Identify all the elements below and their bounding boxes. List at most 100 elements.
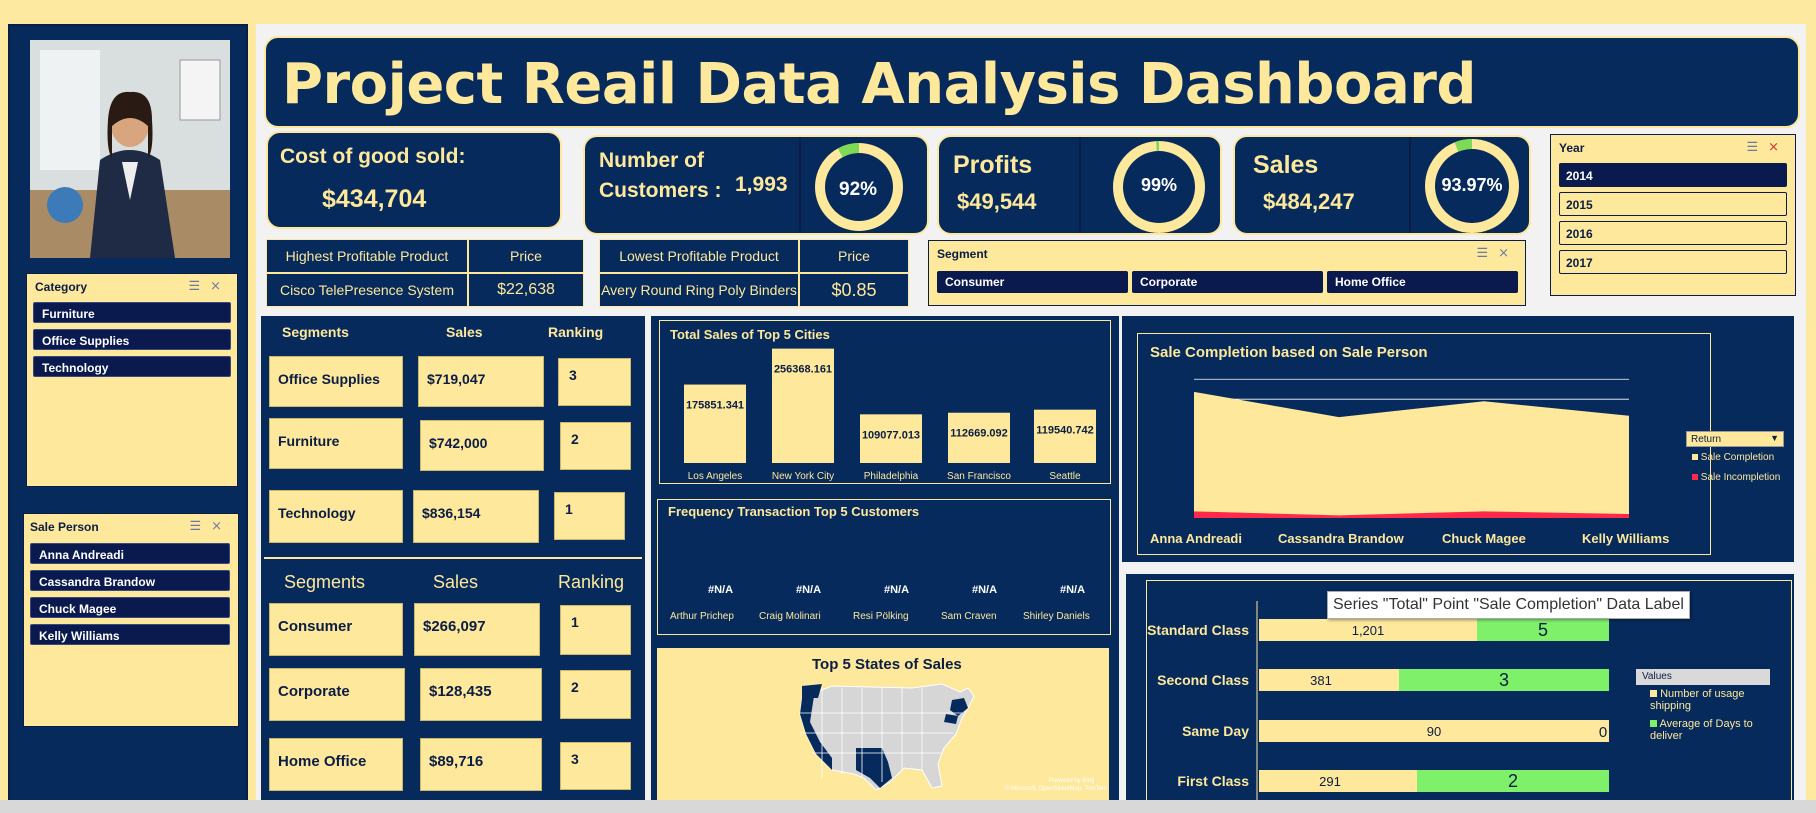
seg-header-segments: Segments xyxy=(284,572,366,592)
divider xyxy=(1079,137,1081,233)
sales-label: Sales xyxy=(1253,151,1319,179)
customers-pct: 92% xyxy=(839,179,878,200)
shipping-class-label: Same Day xyxy=(1182,723,1249,739)
year-slicer: Year ☰⨯ 2014 2015 2016 2017 xyxy=(1550,134,1796,296)
customers-label-2: Customers : xyxy=(599,179,722,202)
sale-completion-chart: Sale Completion based on Sale Person Ann… xyxy=(1137,333,1711,555)
freq-customers-title: Frequency Transaction Top 5 Customers xyxy=(668,504,920,519)
salesperson-item-cassandra[interactable]: Cassandra Brandow xyxy=(30,570,230,591)
segment-slicer-title: Segment xyxy=(937,247,988,261)
segment-item-home-office[interactable]: Home Office xyxy=(1327,271,1518,293)
freq-value: #N/A xyxy=(884,584,910,596)
chevron-down-icon: ▼ xyxy=(1770,433,1779,443)
year-item-2017[interactable]: 2017 xyxy=(1559,250,1787,274)
chart-tooltip: Series "Total" Point "Sale Completion" D… xyxy=(1327,591,1690,619)
city-bar-label: 119540.742 xyxy=(1036,425,1094,437)
city-label: Los Angeles xyxy=(688,471,743,482)
cat-row-name: Office Supplies xyxy=(269,356,403,407)
person-label: Chuck Magee xyxy=(1442,531,1526,546)
usage-label: 1,201 xyxy=(1352,623,1385,638)
segment-item-consumer[interactable]: Consumer xyxy=(937,271,1128,293)
clear-filter-icon[interactable]: ⨯ xyxy=(211,518,232,533)
kpi-profits: Profits $49,544 99% xyxy=(937,135,1222,235)
freq-value: #N/A xyxy=(708,584,734,596)
person-label: Cassandra Brandow xyxy=(1278,531,1404,546)
shipping-class-label: First Class xyxy=(1177,773,1249,789)
salesperson-item-anna[interactable]: Anna Andreadi xyxy=(30,543,230,564)
map-credit: Powered by Bing xyxy=(1049,778,1095,784)
divider xyxy=(799,137,801,233)
divider xyxy=(1409,137,1411,233)
clear-filter-icon[interactable]: ⨯ xyxy=(1498,245,1519,260)
seg-row-rank: 1 xyxy=(560,605,631,655)
multiselect-icon[interactable]: ☰ xyxy=(188,278,210,293)
cat-header-ranking: Ranking xyxy=(548,324,604,340)
city-label: Philadelphia xyxy=(864,471,919,482)
lowest-product-header: Lowest Profitable Product xyxy=(599,239,799,273)
highest-price-header: Price xyxy=(468,239,584,273)
return-filter-dropdown[interactable]: Return ▼ xyxy=(1686,431,1784,447)
category-item-office-supplies[interactable]: Office Supplies xyxy=(33,329,231,350)
dashboard-title: Project Reail Data Analysis Dashboard xyxy=(282,52,1476,117)
legend-label: Average of Days to deliver xyxy=(1650,718,1753,742)
lowest-product-price: $0.85 xyxy=(799,273,909,307)
us-map xyxy=(799,683,975,791)
cat-header-segments: Segments xyxy=(282,324,349,340)
year-item-2014[interactable]: 2014 xyxy=(1559,163,1787,187)
lowest-price-header: Price xyxy=(799,239,909,273)
legend-swatch xyxy=(1650,720,1657,727)
clear-filter-icon[interactable]: ⨯ xyxy=(1768,139,1789,154)
year-slicer-title: Year xyxy=(1559,141,1585,155)
kpi-sales: Sales $484,247 93.97% xyxy=(1233,135,1531,235)
category-item-furniture[interactable]: Furniture xyxy=(33,302,231,323)
seg-header-ranking: Ranking xyxy=(558,572,625,592)
year-item-2015[interactable]: 2015 xyxy=(1559,192,1787,216)
shipping-class-label: Standard Class xyxy=(1147,622,1249,638)
salesperson-item-chuck[interactable]: Chuck Magee xyxy=(30,597,230,618)
top-cities-plot: 175851.341 Los Angeles 256368.161 New York … xyxy=(684,348,1096,482)
category-item-technology[interactable]: Technology xyxy=(33,356,231,377)
salesperson-item-kelly[interactable]: Kelly Williams xyxy=(30,624,230,645)
person-label: Kelly Williams xyxy=(1582,531,1670,546)
sheet-scrollbar[interactable] xyxy=(0,800,1816,813)
legend-swatch xyxy=(1692,474,1698,480)
multiselect-icon[interactable]: ☰ xyxy=(1476,245,1498,260)
legend-swatch xyxy=(1650,690,1657,697)
legend-item: Average of Days to deliver xyxy=(1650,718,1780,742)
year-item-2016[interactable]: 2016 xyxy=(1559,221,1787,245)
shipping-class-label: Second Class xyxy=(1157,672,1249,688)
cat-header-sales: Sales xyxy=(446,324,483,340)
seg-header-sales: Sales xyxy=(433,572,479,592)
city-bar-label: 256368.161 xyxy=(774,364,832,376)
cat-row-sales: $836,154 xyxy=(413,490,539,543)
multiselect-icon[interactable]: ☰ xyxy=(189,518,211,533)
usage-label: 381 xyxy=(1310,673,1332,688)
seg-row-sales: $266,097 xyxy=(414,603,540,656)
profits-pct: 99% xyxy=(1140,175,1178,195)
donut-remainder xyxy=(1454,139,1473,152)
kpi-customers: Number of Customers : 1,993 92% xyxy=(583,135,929,235)
legend-item: Sale Completion xyxy=(1692,452,1774,463)
multiselect-icon[interactable]: ☰ xyxy=(1746,139,1768,154)
segment-item-corporate[interactable]: Corporate xyxy=(1132,271,1323,293)
city-bar-label: 112669.092 xyxy=(950,428,1008,440)
freq-customer-name: Sam Craven xyxy=(941,611,997,622)
days-label: 2 xyxy=(1508,771,1518,791)
city-label: New York City xyxy=(772,471,834,482)
slicer-icons: ☰⨯ xyxy=(188,278,231,294)
freq-value: #N/A xyxy=(796,584,822,596)
seg-row-rank: 3 xyxy=(560,742,631,790)
freq-customer-name: Resi Pölking xyxy=(853,611,909,622)
usage-label: 90 xyxy=(1427,724,1441,739)
highest-product-name: Cisco TelePresence System xyxy=(266,273,468,307)
category-slicer: Category ☰⨯ Furniture Office Supplies Te… xyxy=(26,273,238,487)
profits-value: $49,544 xyxy=(957,189,1037,214)
sales-value: $484,247 xyxy=(1263,189,1355,214)
freq-customer-name: Arthur Prichep xyxy=(670,611,734,622)
seg-row-rank: 2 xyxy=(560,670,631,719)
legend-label: Sale Incompletion xyxy=(1700,472,1781,483)
clear-filter-icon[interactable]: ⨯ xyxy=(210,278,231,293)
seg-row-name: Consumer xyxy=(269,603,403,656)
cat-row-rank: 2 xyxy=(560,422,631,470)
states-map-title: Top 5 States of Sales xyxy=(812,656,962,673)
